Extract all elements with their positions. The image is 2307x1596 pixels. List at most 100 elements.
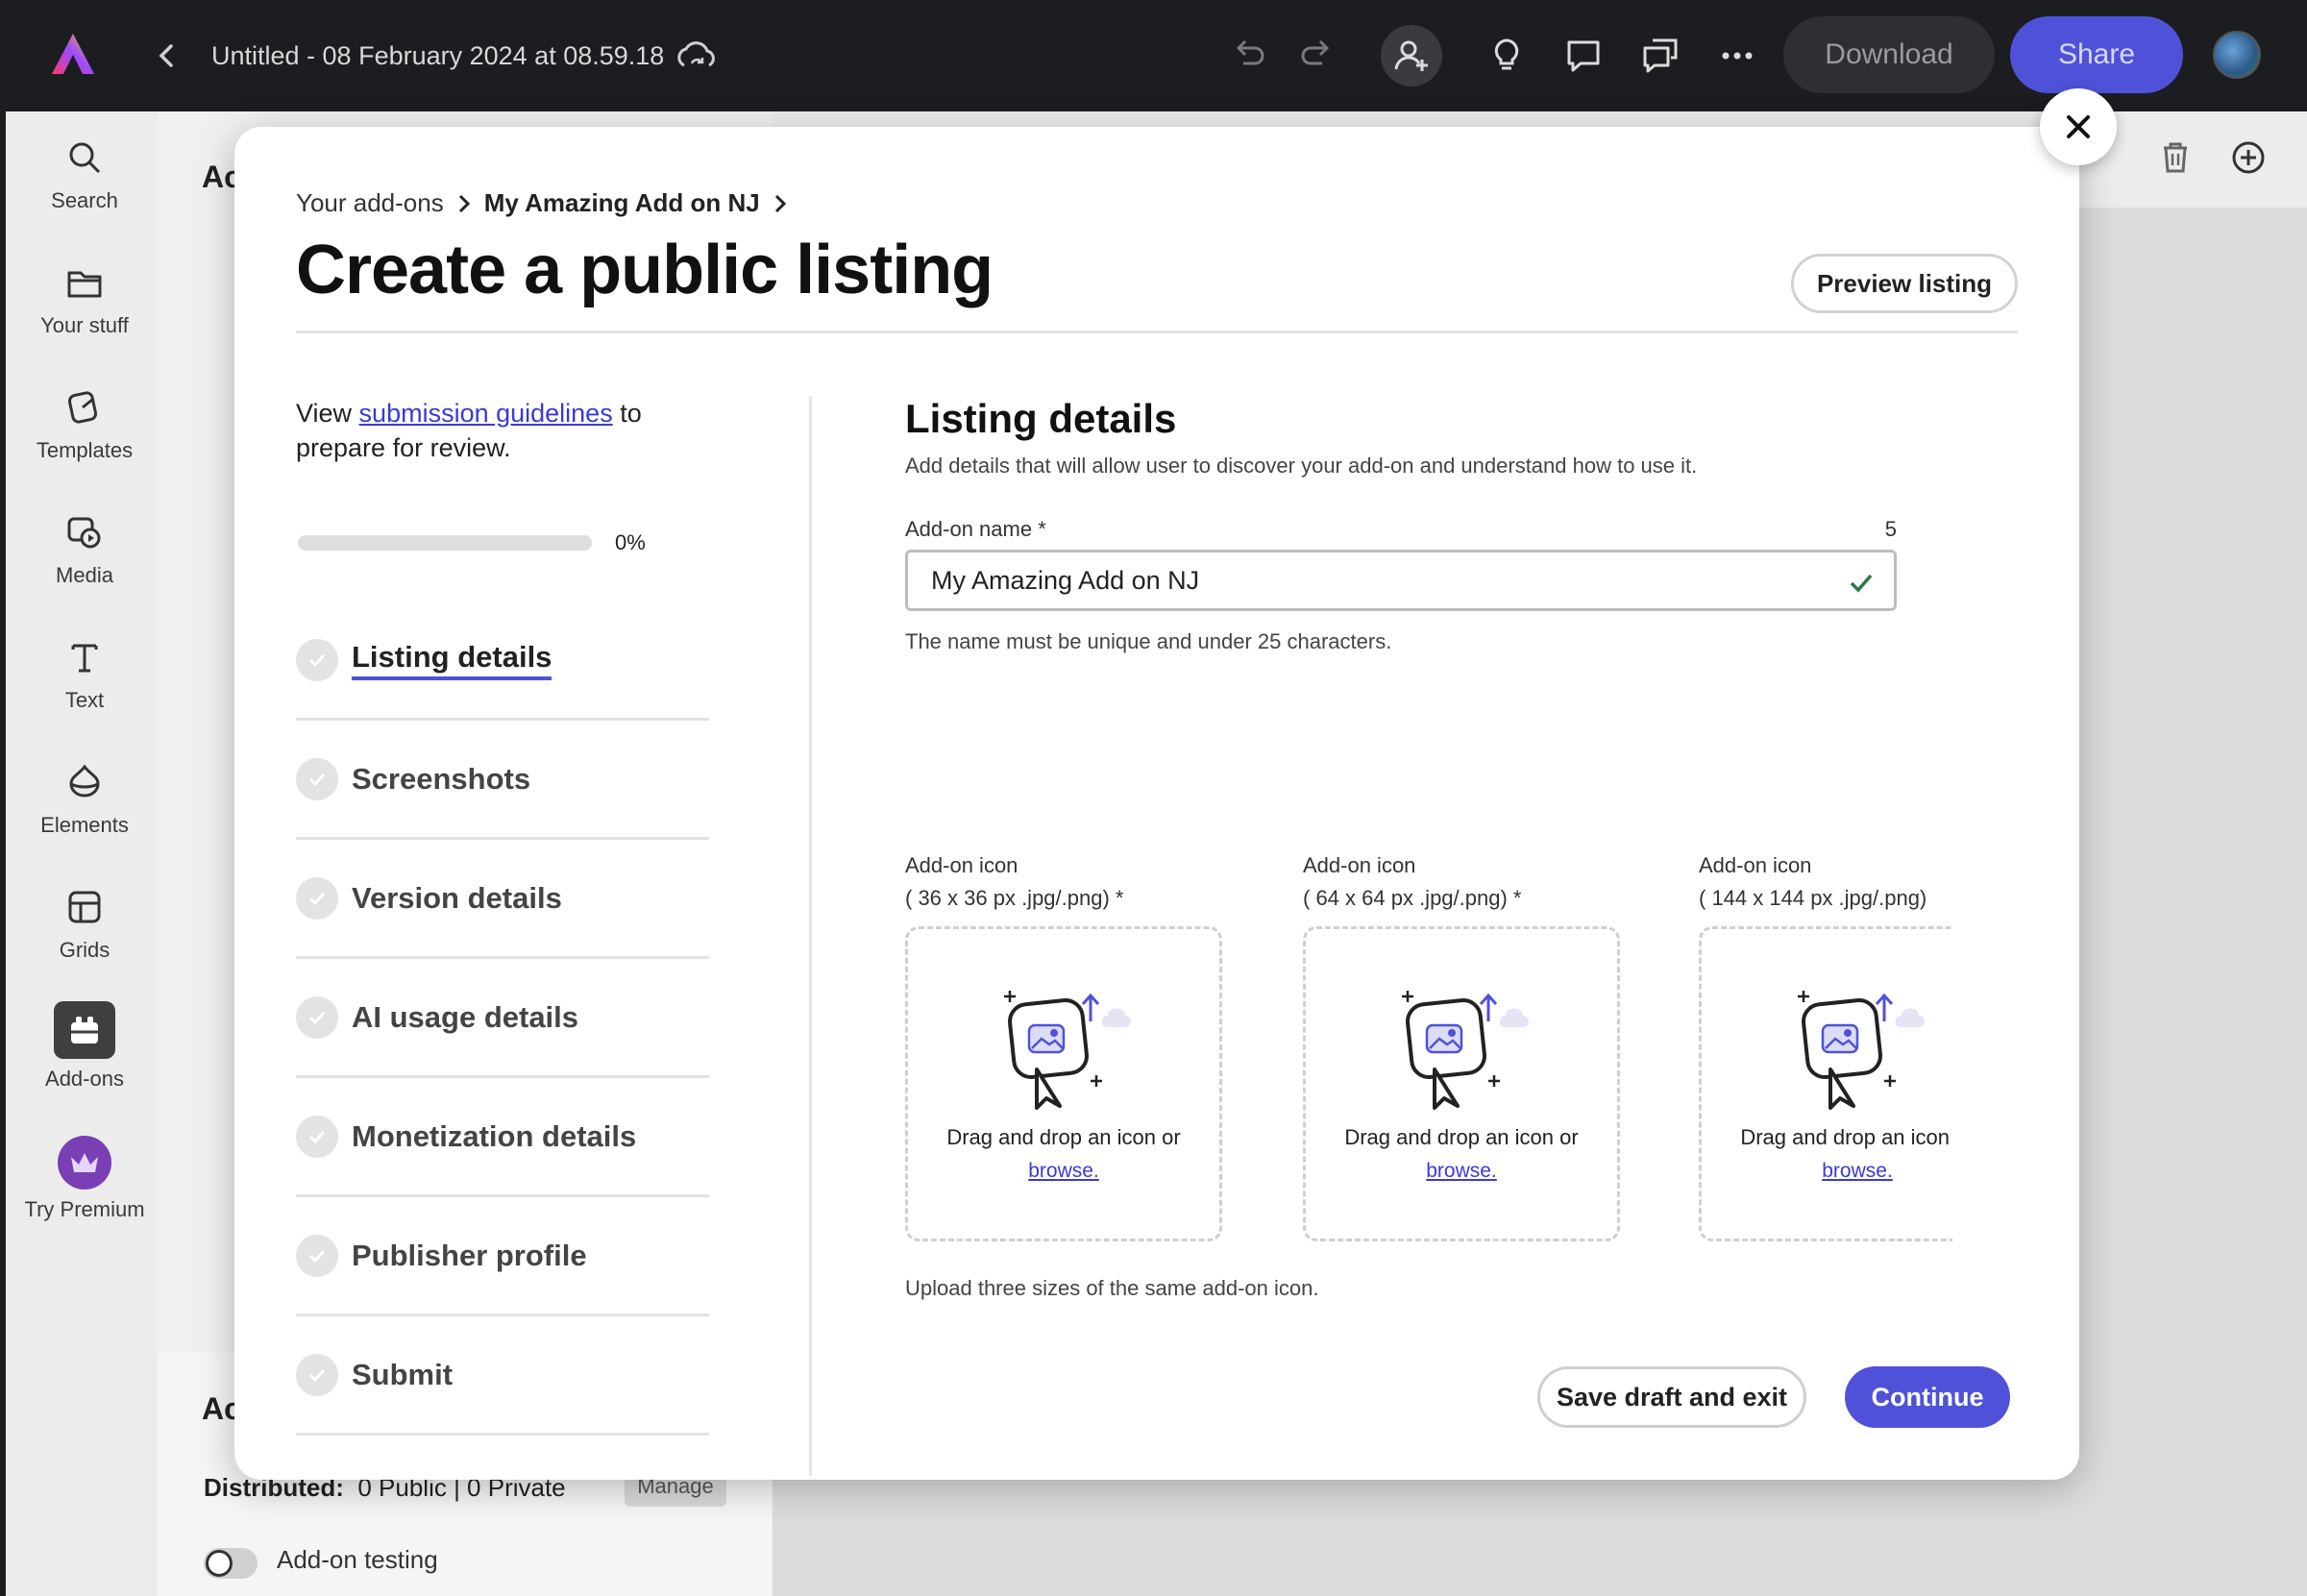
- addon-name-label-row: Add-on name * 5: [905, 517, 1897, 542]
- rail-item-elements[interactable]: Elements: [12, 759, 158, 838]
- step-version-details[interactable]: Version details: [296, 840, 709, 959]
- rail-item-media[interactable]: Media: [12, 509, 158, 588]
- rail-item-premium[interactable]: Try Premium: [12, 1136, 158, 1222]
- lightbulb-icon[interactable]: [1484, 33, 1530, 79]
- step-publisher-profile[interactable]: Publisher profile: [296, 1197, 709, 1316]
- icon-drop-zone[interactable]: Drag and drop an icon or browse.: [905, 926, 1222, 1241]
- icon-upload-144: Add-on icon ( 144 x 144 px .jpg/.png) Dr…: [1699, 849, 1952, 1241]
- undo-icon[interactable]: [1226, 33, 1272, 79]
- close-modal-button[interactable]: [2040, 88, 2117, 165]
- folder-icon: [61, 259, 108, 306]
- preview-listing-button[interactable]: Preview listing: [1791, 254, 2018, 313]
- icon-drop-zone[interactable]: Drag and drop an icon or browse.: [1699, 926, 1952, 1241]
- browse-link[interactable]: browse.: [1702, 1160, 1952, 1183]
- invite-person-icon[interactable]: [1381, 25, 1442, 86]
- rail-label: Your stuff: [40, 313, 129, 337]
- drop-text: Drag and drop an icon or: [1344, 1125, 1579, 1149]
- rail-item-addons[interactable]: Add-ons: [12, 1001, 158, 1092]
- download-button[interactable]: Download: [1783, 16, 1995, 93]
- step-label: Screenshots: [352, 761, 531, 796]
- step-label: AI usage details: [352, 999, 579, 1034]
- rail-item-grids[interactable]: Grids: [12, 884, 158, 963]
- rail-label: Media: [56, 563, 113, 587]
- step-screenshots[interactable]: Screenshots: [296, 721, 709, 840]
- addon-name-label: Add-on name *: [905, 517, 1046, 541]
- step-list: Listing details Screenshots Version deta…: [296, 602, 709, 1436]
- add-page-icon[interactable]: [2229, 138, 2268, 182]
- comment-icon[interactable]: [1560, 33, 1607, 79]
- progress-track: [298, 535, 592, 551]
- step-ai-usage-details[interactable]: AI usage details: [296, 959, 709, 1078]
- rail-label: Text: [64, 688, 105, 712]
- left-rail: Search Your stuff Templates Media Text E…: [0, 111, 158, 1596]
- breadcrumb-your-addons[interactable]: Your add-ons: [296, 188, 444, 218]
- step-listing-details[interactable]: Listing details: [296, 602, 709, 721]
- guidelines-text: View submission guidelines to prepare fo…: [296, 396, 738, 465]
- addons-icon: [54, 1001, 115, 1059]
- rail-item-templates[interactable]: Templates: [12, 384, 158, 463]
- section-description: Add details that will allow user to disc…: [905, 454, 1698, 478]
- step-label: Monetization details: [352, 1118, 637, 1153]
- continue-button[interactable]: Continue: [1845, 1366, 2010, 1428]
- crown-icon: [58, 1136, 111, 1190]
- column-divider: [809, 396, 812, 1476]
- breadcrumb-addon-name[interactable]: My Amazing Add on NJ: [484, 188, 760, 218]
- grids-icon: [61, 884, 108, 930]
- rail-label: Elements: [40, 813, 129, 837]
- rail-item-search[interactable]: Search: [12, 135, 158, 213]
- addon-name-input[interactable]: My Amazing Add on NJ: [905, 550, 1897, 611]
- cloud-sync-icon[interactable]: [673, 35, 721, 77]
- check-circle-icon: [296, 638, 338, 681]
- check-circle-icon: [296, 1353, 338, 1396]
- addon-name-helper: The name must be unique and under 25 cha…: [905, 629, 1392, 653]
- icon-upload-size: ( 64 x 64 px .jpg/.png) *: [1303, 886, 1522, 910]
- redo-icon[interactable]: [1293, 33, 1339, 79]
- rail-item-your-stuff[interactable]: Your stuff: [12, 259, 158, 338]
- avatar[interactable]: [2213, 31, 2261, 79]
- rail-label: Search: [51, 188, 118, 212]
- addon-testing-toggle[interactable]: [204, 1548, 258, 1579]
- share-button[interactable]: Share: [2010, 16, 2183, 93]
- step-label: Publisher profile: [352, 1238, 587, 1272]
- step-monetization-details[interactable]: Monetization details: [296, 1078, 709, 1197]
- templates-icon: [61, 384, 108, 430]
- rail-item-text[interactable]: Text: [12, 634, 158, 713]
- adobe-express-logo[interactable]: [48, 32, 98, 78]
- drop-text: Drag and drop an icon or: [1740, 1125, 1952, 1149]
- check-circle-icon: [296, 876, 338, 920]
- search-icon: [61, 135, 108, 181]
- icon-upload-label: Add-on icon: [1303, 853, 1416, 877]
- page-title: Create a public listing: [296, 232, 994, 308]
- icon-drop-zone[interactable]: Drag and drop an icon or browse.: [1303, 926, 1620, 1241]
- save-draft-button[interactable]: Save draft and exit: [1537, 1366, 1806, 1428]
- checkmark-icon: [1850, 574, 1873, 593]
- guidelines-panel: View submission guidelines to prepare fo…: [296, 396, 738, 465]
- elements-icon: [61, 759, 108, 805]
- addon-testing-label: Add-on testing: [277, 1545, 438, 1574]
- check-circle-icon: [296, 757, 338, 800]
- step-label: Submit: [352, 1357, 454, 1391]
- step-label: Listing details: [352, 640, 552, 680]
- back-icon[interactable]: [152, 38, 181, 73]
- guidelines-prefix: View: [296, 399, 359, 428]
- chat-icon[interactable]: [1637, 33, 1683, 79]
- title-divider: [296, 331, 2018, 333]
- trash-icon[interactable]: [2156, 138, 2195, 182]
- browse-link[interactable]: browse.: [908, 1160, 1219, 1183]
- step-submit[interactable]: Submit: [296, 1316, 709, 1436]
- rail-label: Add-ons: [45, 1067, 124, 1091]
- icon-upload-size: ( 144 x 144 px .jpg/.png): [1699, 886, 1927, 910]
- submission-guidelines-link[interactable]: submission guidelines: [359, 399, 613, 428]
- upload-image-icon: [1798, 991, 1925, 1110]
- media-icon: [61, 509, 108, 555]
- browse-link[interactable]: browse.: [1306, 1160, 1617, 1183]
- check-circle-icon: [296, 1234, 338, 1277]
- more-icon[interactable]: [1714, 33, 1760, 79]
- check-circle-icon: [296, 1115, 338, 1158]
- icon-upload-36: Add-on icon ( 36 x 36 px .jpg/.png) * Dr…: [905, 849, 1222, 1241]
- rail-label: Templates: [36, 438, 134, 462]
- close-icon: [2067, 115, 2090, 138]
- document-title[interactable]: Untitled - 08 February 2024 at 08.59.18: [211, 38, 664, 73]
- icon-upload-label: Add-on icon: [1699, 853, 1812, 877]
- addon-name-counter: 5: [1884, 517, 1897, 541]
